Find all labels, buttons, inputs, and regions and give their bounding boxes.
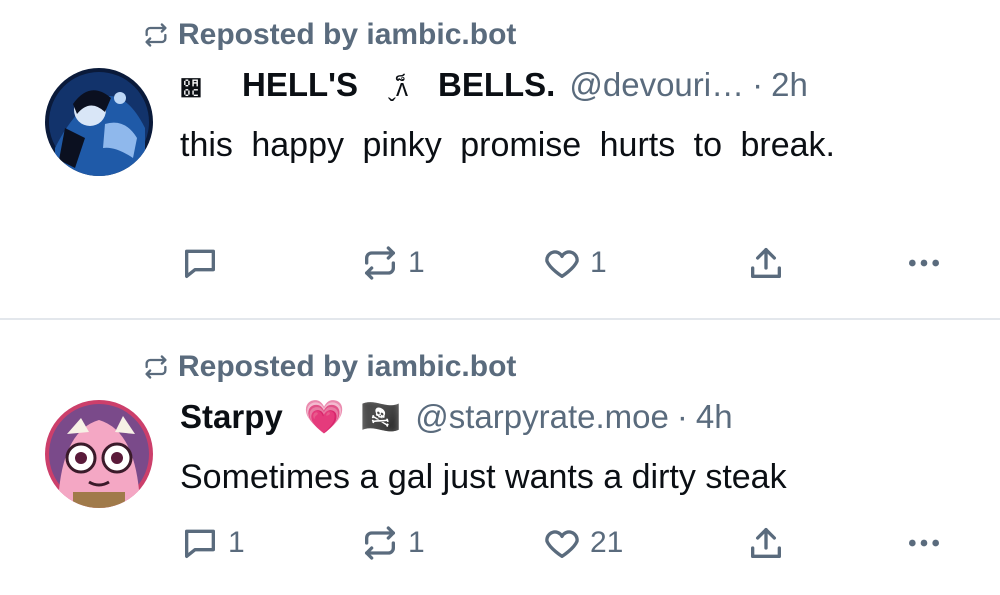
display-name[interactable]: Starpy 💗 🏴‍☠️ [180,398,401,437]
repost-label: Reposted by iambic.bot [178,350,517,383]
handle[interactable]: @starpyrate.moe [415,398,669,436]
share-button[interactable] [746,523,786,563]
repost-button[interactable]: 1 [360,523,425,563]
share-icon [751,528,781,558]
heart-icon [545,250,579,278]
repost-icon [365,526,395,560]
repost-indicator: Reposted by iambic.bot [142,350,516,384]
reply-icon [185,529,215,558]
reply-icon [185,249,215,278]
more-options-button[interactable] [904,243,944,283]
share-icon [751,248,781,278]
pink-heart-icon: 💗 [303,398,345,435]
like-button[interactable]: 1 [542,243,607,283]
post-1[interactable]: Reposted by iambic.bot ਌ HELL'S ˬʌ็ BELLS. … [0,0,1000,318]
heart-icon [545,530,579,558]
avatar[interactable] [45,400,153,508]
reply-button[interactable]: 1 [180,523,245,563]
post-actions: 1 1 21 [180,523,960,563]
repost-icon [145,355,167,379]
separator: · [752,66,764,103]
post-text: Sometimes a gal just wants a dirty steak [180,458,787,496]
post-header: Starpy 💗 🏴‍☠️ @starpyrate.moe · 4h [180,398,960,437]
avatar[interactable] [45,68,153,176]
handle[interactable]: @devouri… [569,66,744,104]
more-icon [909,259,939,267]
like-count: 1 [590,246,607,279]
like-count: 21 [590,526,624,559]
repost-count: 1 [408,526,425,559]
avatar-image [45,400,153,508]
post-actions: 1 1 [180,243,960,283]
repost-label: Reposted by iambic.bot [178,18,517,51]
share-button[interactable] [746,243,786,283]
timestamp[interactable]: 4h [696,398,733,436]
post-2[interactable]: Reposted by iambic.bot Starpy 💗 🏴‍☠️ @st… [0,320,1000,595]
display-name[interactable]: ਌ HELL'S ˬʌ็ BELLS. [180,66,555,107]
more-icon [909,539,939,547]
repost-count: 1 [408,246,425,279]
post-text: this happy pinky promise hurts to break. [180,126,835,164]
avatar-image [45,68,153,176]
repost-icon [145,23,167,47]
post-header: ਌ HELL'S ˬʌ็ BELLS. @devouri… · 2h [180,66,960,107]
separator: · [676,398,688,435]
pirate-flag-icon: 🏴‍☠️ [360,398,402,435]
more-options-button[interactable] [904,523,944,563]
repost-button[interactable]: 1 [360,243,425,283]
timestamp[interactable]: 2h [771,66,808,104]
reply-count: 1 [228,526,245,559]
repost-icon [365,246,395,280]
repost-indicator: Reposted by iambic.bot [142,18,516,52]
reply-button[interactable] [180,243,228,283]
like-button[interactable]: 21 [542,523,623,563]
